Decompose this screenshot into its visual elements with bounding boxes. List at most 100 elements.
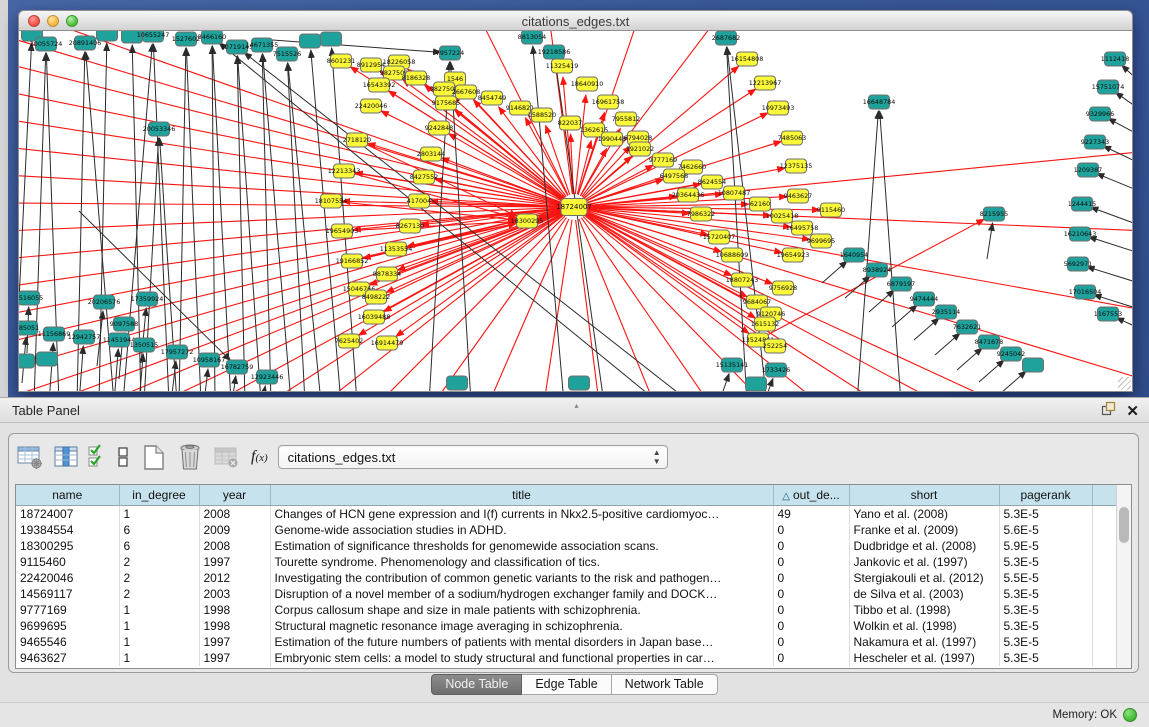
table-row[interactable]: 946554611997Estimation of the future num… [16, 634, 1117, 650]
graph-node-teal[interactable]: 9227343 [1081, 135, 1109, 149]
graph-node-yellow[interactable]: 1921022 [626, 142, 654, 156]
column-header-short[interactable]: short [849, 485, 999, 506]
resize-grip-icon[interactable] [1118, 377, 1131, 390]
tab-network-table[interactable]: Network Table [612, 674, 718, 695]
graph-node-teal[interactable] [569, 376, 590, 390]
graph-node-teal[interactable]: 1350515 [130, 338, 158, 352]
table-row[interactable]: 969969511998Structural magnetic resonanc… [16, 618, 1117, 634]
graph-node-yellow[interactable]: 2803144 [417, 147, 445, 161]
graph-node-teal[interactable]: 2516055 [19, 291, 43, 305]
graph-node-teal[interactable]: 12923446 [251, 370, 284, 384]
graph-node-teal[interactable]: 11156869 [38, 327, 71, 341]
graph-node-yellow[interactable]: 1588520 [528, 108, 556, 122]
graph-node-teal[interactable]: 16648784 [863, 95, 896, 109]
network-window-titlebar[interactable]: citations_edges.txt [18, 10, 1133, 31]
graph-node-yellow[interactable]: 822037 [558, 116, 582, 130]
graph-node-teal[interactable]: 1244415 [1068, 197, 1096, 211]
graph-node-teal[interactable]: 8215955 [980, 207, 1008, 221]
graph-node-yellow[interactable]: 7955812 [612, 112, 640, 126]
graph-node-yellow[interactable]: 18640910 [571, 77, 604, 91]
graph-node-yellow[interactable]: 11325419 [546, 59, 579, 73]
graph-node-yellow[interactable]: 19166852 [336, 254, 369, 268]
graph-node-teal[interactable] [37, 352, 58, 366]
graph-node-teal[interactable]: 8813054 [518, 31, 546, 44]
graph-node-yellow[interactable]: 8267130 [396, 219, 424, 233]
graph-node-yellow[interactable]: 8878334 [373, 267, 401, 281]
graph-node-teal[interactable]: 20206576 [88, 295, 121, 309]
column-header-pagerank[interactable]: pagerank [999, 485, 1092, 506]
graph-node-teal[interactable]: 5692971 [1064, 257, 1092, 271]
graph-node-yellow[interactable]: 9699695 [807, 234, 835, 248]
table-settings-icon[interactable] [15, 442, 45, 472]
column-header-filler[interactable] [1092, 485, 1117, 506]
graph-node-yellow[interactable]: 16154808 [731, 52, 764, 66]
graph-node-yellow[interactable]: 12213967 [749, 76, 782, 90]
graph-node-yellow[interactable]: 7625402 [335, 334, 363, 348]
graph-node-teal[interactable]: 20053346 [143, 122, 176, 136]
graph-node-yellow[interactable]: 16914479 [371, 336, 404, 350]
column-header-name[interactable]: name [16, 485, 119, 506]
graph-node-teal[interactable]: 1209387 [1074, 163, 1102, 177]
graph-node-yellow[interactable]: 16961758 [592, 95, 625, 109]
graph-node-teal[interactable]: 1167553 [1094, 307, 1122, 321]
graph-node-yellow[interactable]: 10973493 [762, 101, 795, 115]
graph-node-teal[interactable]: 7632621 [953, 320, 981, 334]
graph-node-teal[interactable]: 15135141 [716, 358, 749, 372]
graph-node-yellow[interactable]: 62160 [750, 197, 771, 211]
graph-node-yellow[interactable]: 6497568 [660, 169, 688, 183]
panel-resize-handle-icon[interactable]: ▴ [575, 393, 579, 418]
tab-node-table[interactable]: Node Table [431, 674, 522, 695]
graph-node-teal[interactable]: 8466160 [198, 31, 226, 44]
graph-node-yellow[interactable]: 20364436 [672, 188, 705, 202]
rows-icon[interactable] [113, 442, 133, 472]
graph-node-yellow[interactable]: 8427552 [410, 170, 438, 184]
table-row[interactable]: 1872400712008Changes of HCN gene express… [16, 506, 1117, 523]
graph-node-teal[interactable]: 9474444 [910, 292, 938, 306]
graph-node-yellow[interactable]: 7485063 [778, 131, 806, 145]
graph-node-teal[interactable]: 885051 [19, 321, 39, 335]
graph-node-yellow[interactable]: 12213343 [328, 164, 361, 178]
graph-node-yellow[interactable]: 12375135 [780, 159, 813, 173]
trash-icon[interactable] [175, 442, 205, 472]
graph-node-teal[interactable]: 9329966 [1086, 107, 1114, 121]
graph-node-teal[interactable]: 1640954 [840, 248, 868, 262]
graph-node-yellow[interactable]: 252254 [763, 339, 787, 353]
table-row[interactable]: 977716911998Corpus callosum shape and si… [16, 602, 1117, 618]
graph-node-teal[interactable]: 1112418 [1101, 52, 1129, 66]
function-icon[interactable]: f(x) [251, 448, 268, 466]
graph-node-teal[interactable]: 15751074 [1092, 80, 1125, 94]
tab-edge-table[interactable]: Edge Table [522, 674, 611, 695]
column-header-in_degree[interactable]: in_degree [119, 485, 199, 506]
graph-node-teal[interactable]: 1733426 [762, 363, 790, 377]
graph-node-teal[interactable] [300, 34, 321, 48]
delete-table-icon[interactable] [211, 442, 241, 472]
network-window[interactable]: citations_edges.txt 20055724208914061065… [18, 10, 1133, 392]
graph-node-yellow[interactable]: 8186328 [402, 71, 430, 85]
graph-node-teal[interactable]: 7515526 [273, 47, 301, 61]
node-table[interactable]: namein_degreeyeartitle△out_de...shortpag… [15, 484, 1132, 669]
row-checks-icon[interactable] [87, 442, 107, 472]
close-panel-icon[interactable]: ✕ [1126, 404, 1139, 419]
graph-node-teal[interactable]: 19218586 [538, 45, 571, 59]
graph-node-yellow[interactable]: 8624554 [698, 175, 726, 189]
float-panel-icon[interactable] [1101, 399, 1116, 424]
column-header-title[interactable]: title [270, 485, 773, 506]
select-columns-icon[interactable] [51, 442, 81, 472]
graph-node-teal[interactable]: 1527602 [172, 32, 200, 46]
graph-node-teal[interactable]: 7957224 [436, 46, 464, 60]
graph-node-teal[interactable] [447, 376, 468, 390]
graph-node-teal[interactable] [746, 377, 767, 391]
table-row[interactable]: 911546021997Tourette syndrome. Phenomeno… [16, 554, 1117, 570]
graph-node-yellow[interactable]: 9777169 [649, 153, 677, 167]
graph-node-yellow[interactable]: 10688609 [716, 248, 749, 262]
graph-node-teal[interactable]: 6879197 [887, 277, 915, 291]
graph-node-yellow[interactable]: 8454749 [478, 91, 506, 105]
graph-node-yellow[interactable]: 9756928 [769, 281, 797, 295]
graph-node-yellow[interactable]: 22420046 [355, 99, 388, 113]
graph-node-teal[interactable]: 2687682 [712, 31, 740, 45]
table-row[interactable]: 1830029562008Estimation of significance … [16, 538, 1117, 554]
table-panel-header[interactable]: ▴ Table Panel ✕ [0, 397, 1149, 423]
graph-node-teal[interactable]: 9097588 [110, 317, 138, 331]
graph-node-hub[interactable]: 18724007 [556, 199, 592, 216]
graph-node-yellow[interactable]: 9175685 [432, 96, 460, 110]
